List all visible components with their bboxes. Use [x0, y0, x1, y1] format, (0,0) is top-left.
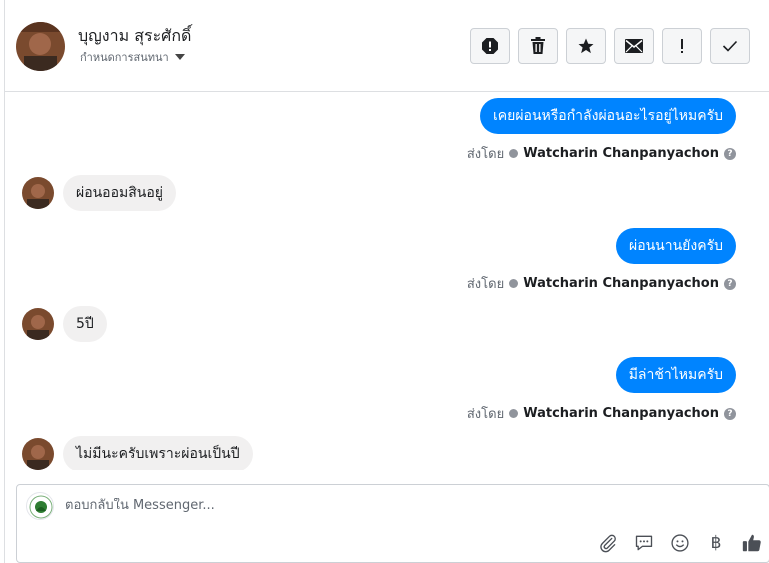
message-bubble[interactable]: เคยผ่อนหรือกำลังผ่อนอะไรอยู่ไหมครับ — [480, 98, 736, 134]
message-bubble[interactable]: ผ่อนนานยังครับ — [616, 228, 736, 264]
saved-replies-button[interactable] — [633, 532, 655, 554]
incoming-message: ไม่มีนะครับเพราะผ่อนเป็นปี — [22, 436, 253, 470]
sent-check-icon — [509, 409, 519, 418]
checkmark-icon — [722, 40, 738, 52]
exclamation-icon — [681, 39, 683, 53]
outgoing-message: มีล่าช้าไหมครับ — [615, 357, 736, 393]
reply-composer: ฿ — [16, 484, 769, 563]
saved-reply-icon — [635, 535, 653, 551]
composer-tools: ฿ — [597, 532, 763, 554]
outgoing-message: เคยผ่อนหรือกำลังผ่อนอะไรอยู่ไหมครับ — [480, 98, 736, 134]
currency-icon: ฿ — [710, 533, 722, 553]
sent-check-icon — [509, 149, 519, 158]
payment-button[interactable]: ฿ — [705, 532, 727, 554]
sender-name[interactable]: Watcharin Chanpanyachon — [523, 146, 719, 161]
help-icon[interactable]: ? — [724, 147, 736, 160]
follow-up-button[interactable] — [662, 28, 702, 64]
reply-input[interactable] — [65, 498, 565, 513]
sender-name[interactable]: Watcharin Chanpanyachon — [523, 406, 719, 421]
mark-done-button[interactable] — [710, 28, 750, 64]
message-bubble[interactable]: ไม่มีนะครับเพราะผ่อนเป็นปี — [63, 436, 253, 470]
page-avatar — [26, 492, 54, 520]
message-bubble[interactable]: ผ่อนออมสินอยู่ — [63, 175, 176, 211]
star-icon — [578, 38, 594, 54]
sent-by-label: ส่งโดย — [466, 147, 505, 162]
caret-down-icon — [174, 54, 185, 60]
message-bubble[interactable]: มีล่าช้าไหมครับ — [615, 357, 736, 393]
conversation-toolbar — [470, 28, 750, 64]
envelope-icon — [625, 39, 643, 53]
sent-check-icon — [509, 279, 519, 288]
mark-unread-button[interactable] — [614, 28, 654, 64]
like-button[interactable] — [741, 532, 763, 554]
message-bubble[interactable]: 5ปี — [63, 306, 107, 342]
incoming-message: ผ่อนออมสินอยู่ — [22, 175, 176, 211]
sent-by-info: ส่งโดย Watcharin Chanpanyachon ? — [467, 403, 736, 424]
help-icon[interactable]: ? — [724, 277, 736, 290]
conversation-subtitle: กำหนดการสนทนา — [80, 51, 169, 64]
outgoing-message: ผ่อนนานยังครับ — [616, 228, 736, 264]
sender-name[interactable]: Watcharin Chanpanyachon — [523, 276, 719, 291]
sent-by-label: ส่งโดย — [466, 277, 505, 292]
sent-by-info: ส่งโดย Watcharin Chanpanyachon ? — [467, 273, 736, 294]
emoji-button[interactable] — [669, 532, 691, 554]
alert-icon — [482, 38, 498, 54]
delete-button[interactable] — [518, 28, 558, 64]
contact-avatar[interactable] — [16, 22, 65, 71]
contact-name[interactable]: บุญงาม สุระศักดิ์ — [78, 24, 191, 49]
incoming-message: 5ปี — [22, 306, 107, 342]
message-thread: เคยผ่อนหรือกำลังผ่อนอะไรอยู่ไหมครับ ส่งโ… — [5, 92, 769, 470]
emoji-icon — [671, 534, 689, 552]
conversation-panel: บุญงาม สุระศักดิ์ กำหนดการสนทนา เคยผ่อนห… — [4, 0, 769, 563]
attach-button[interactable] — [597, 532, 619, 554]
spam-button[interactable] — [470, 28, 510, 64]
contact-avatar-small[interactable] — [22, 438, 54, 470]
contact-avatar-small[interactable] — [22, 177, 54, 209]
contact-avatar-small[interactable] — [22, 308, 54, 340]
conversation-header: บุญงาม สุระศักดิ์ กำหนดการสนทนา — [5, 0, 769, 92]
paperclip-icon — [600, 534, 616, 553]
help-icon[interactable]: ? — [724, 407, 736, 420]
conversation-settings-dropdown[interactable]: กำหนดการสนทนา — [80, 48, 185, 66]
thumbs-up-icon — [742, 534, 761, 552]
sent-by-info: ส่งโดย Watcharin Chanpanyachon ? — [467, 143, 736, 164]
star-button[interactable] — [566, 28, 606, 64]
trash-icon — [531, 37, 545, 54]
sent-by-label: ส่งโดย — [466, 407, 505, 422]
